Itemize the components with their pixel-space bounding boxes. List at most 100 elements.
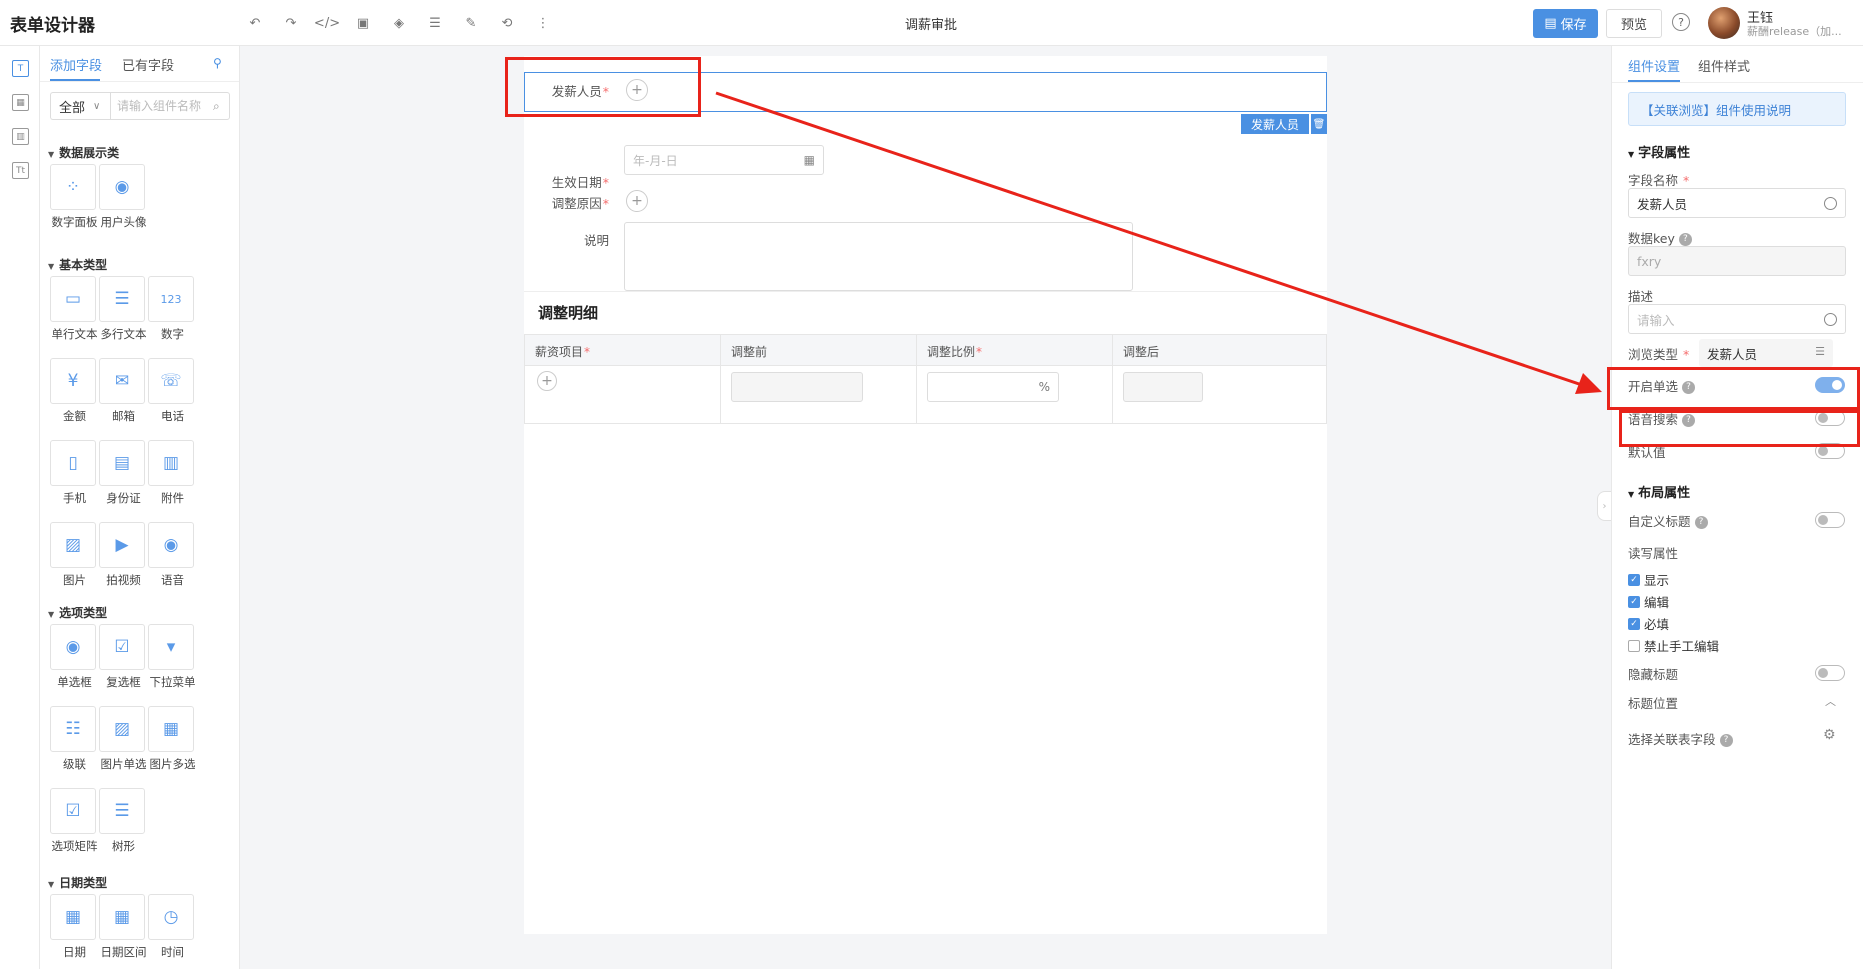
tab-add-field[interactable]: 添加字段 (50, 55, 102, 74)
description-input[interactable]: 请输入 (1628, 304, 1846, 334)
help-icon[interactable]: ? (1682, 414, 1696, 427)
add-salary-item-button[interactable]: + (537, 371, 557, 391)
component-item[interactable]: ☑ 选项矩阵 (50, 788, 99, 854)
category-filter-select[interactable]: 全部 ∨ (50, 92, 110, 120)
globe-icon[interactable] (1824, 313, 1837, 326)
edit-icon[interactable]: ✎ (461, 13, 481, 33)
tab-component-settings[interactable]: 组件设置 (1628, 56, 1680, 75)
field-name-input[interactable]: 发薪人员 (1628, 188, 1846, 218)
component-icon: ▶ (99, 522, 145, 568)
voice-search-toggle[interactable] (1815, 410, 1845, 426)
component-item[interactable]: ▦ 图片多选 (148, 706, 197, 772)
custom-title-toggle[interactable] (1815, 512, 1845, 528)
single-select-toggle[interactable] (1815, 377, 1845, 393)
checkbox-no-manual-edit[interactable]: 禁止手工编辑 (1628, 636, 1719, 655)
component-item[interactable]: ✉ 邮箱 (99, 358, 148, 424)
component-icon: ⁘ (50, 164, 96, 210)
tab-existing-fields[interactable]: 已有字段 (122, 55, 174, 74)
component-item[interactable]: 123 数字 (148, 276, 197, 342)
component-item[interactable]: ◉ 语音 (148, 522, 197, 588)
subtable-column-after: 调整后 (1113, 335, 1326, 423)
component-search-input[interactable] (117, 99, 213, 113)
component-item[interactable]: ☷ 级联 (50, 706, 99, 772)
template-icon[interactable]: Tt (12, 162, 29, 179)
avatar[interactable] (1708, 7, 1740, 39)
checkbox-required[interactable]: ✓ 必填 (1628, 614, 1669, 633)
search-icon[interactable]: ⌕ (213, 99, 220, 114)
section-field-properties[interactable]: ▼ 字段属性 (1628, 142, 1690, 161)
default-value-toggle[interactable] (1815, 443, 1845, 459)
category-title[interactable]: ▼ 日期类型 (48, 874, 107, 891)
usage-guide-link[interactable]: 【关联浏览】组件使用说明 (1628, 92, 1846, 126)
undo-icon[interactable]: ↶ (245, 13, 265, 33)
text-field-icon[interactable]: T (12, 60, 29, 77)
more-icon[interactable]: ⋮ (533, 13, 553, 33)
before-value-input[interactable] (731, 372, 863, 402)
help-icon[interactable]: ? (1682, 381, 1696, 394)
save-button[interactable]: ▤ 保存 (1533, 9, 1598, 38)
component-item[interactable]: ▦ 日期区间 (99, 894, 148, 960)
data-key-input[interactable]: fxry (1628, 246, 1846, 276)
component-item[interactable]: ▭ 单行文本 (50, 276, 99, 342)
component-icon: ¥ (50, 358, 96, 404)
add-staff-button[interactable]: + (626, 79, 648, 101)
component-item[interactable]: ▥ 附件 (148, 440, 197, 506)
component-item[interactable]: ▤ 身份证 (99, 440, 148, 506)
component-icon: ▨ (99, 706, 145, 752)
delete-icon[interactable]: 🗑 (1311, 114, 1327, 134)
component-item[interactable]: ▯ 手机 (50, 440, 99, 506)
image-icon[interactable]: ▣ (353, 13, 373, 33)
category-title[interactable]: ▼ 基本类型 (48, 256, 107, 273)
component-item[interactable]: ☏ 电话 (148, 358, 197, 424)
component-item[interactable]: ◷ 时间 (148, 894, 197, 960)
effective-date-input[interactable]: 年-月-日 ▦ (624, 145, 824, 175)
collapse-panel-handle[interactable]: › (1597, 491, 1611, 521)
browse-type-select[interactable]: 发薪人员 ☰ (1699, 339, 1833, 367)
layout-icon[interactable]: ▦ (12, 94, 29, 111)
chevron-up-icon[interactable]: ︿ (1825, 693, 1836, 709)
component-item[interactable]: ▾ 下拉菜单 (148, 624, 197, 690)
selected-field-tag[interactable]: 发薪人员 (1241, 114, 1309, 134)
tab-component-style[interactable]: 组件样式 (1698, 56, 1750, 75)
checkbox-show[interactable]: ✓ 显示 (1628, 570, 1669, 589)
after-value-input[interactable] (1123, 372, 1203, 402)
section-layout-properties[interactable]: ▼ 布局属性 (1628, 482, 1690, 501)
pin-icon[interactable]: ⚲ (213, 56, 222, 70)
preview-button[interactable]: 预览 (1606, 9, 1662, 38)
chart-icon[interactable]: ▥ (12, 128, 29, 145)
checkbox-edit[interactable]: ✓ 编辑 (1628, 592, 1669, 611)
add-reason-button[interactable]: + (626, 190, 648, 212)
code-icon[interactable]: </> (314, 13, 340, 33)
component-item[interactable]: ☰ 树形 (99, 788, 148, 854)
description-textarea[interactable] (624, 222, 1133, 291)
hide-title-toggle[interactable] (1815, 665, 1845, 681)
history-icon[interactable]: ⟲ (497, 13, 517, 33)
redo-icon[interactable]: ↷ (281, 13, 301, 33)
database-icon[interactable]: ☰ (425, 13, 445, 33)
component-label: 图片多选 (149, 757, 196, 771)
component-item[interactable]: ▦ 日期 (50, 894, 99, 960)
component-item[interactable]: ▨ 图片单选 (99, 706, 148, 772)
help-icon[interactable]: ? (1672, 13, 1690, 31)
component-item[interactable]: ☰ 多行文本 (99, 276, 148, 342)
help-icon[interactable]: ? (1694, 516, 1708, 529)
globe-icon[interactable] (1824, 197, 1837, 210)
help-icon[interactable]: ? (1719, 734, 1733, 747)
help-icon[interactable]: ? (1678, 233, 1692, 246)
component-item[interactable]: ¥ 金额 (50, 358, 99, 424)
component-item[interactable]: ◉ 单选框 (50, 624, 99, 690)
category-title[interactable]: ▼ 数据展示类 (48, 144, 119, 161)
component-item[interactable]: ☑ 复选框 (99, 624, 148, 690)
category-title[interactable]: ▼ 选项类型 (48, 604, 107, 621)
component-label: 复选框 (106, 675, 141, 689)
component-item[interactable]: ⁘ 数字面板 (50, 164, 99, 230)
component-item[interactable]: ▨ 图片 (50, 522, 99, 588)
subtable: 薪资项目* + 调整前 调整比例* % 调整后 (524, 334, 1327, 424)
component-item[interactable]: ◉ 用户头像 (99, 164, 148, 230)
ratio-input[interactable]: % (927, 372, 1059, 402)
gear-icon[interactable]: ⚙ (1823, 727, 1836, 743)
component-item[interactable]: ▶ 拍视频 (99, 522, 148, 588)
read-write-label: 读写属性 (1628, 546, 1679, 561)
component-icon: 123 (148, 276, 194, 322)
layers-icon[interactable]: ◈ (389, 13, 409, 33)
